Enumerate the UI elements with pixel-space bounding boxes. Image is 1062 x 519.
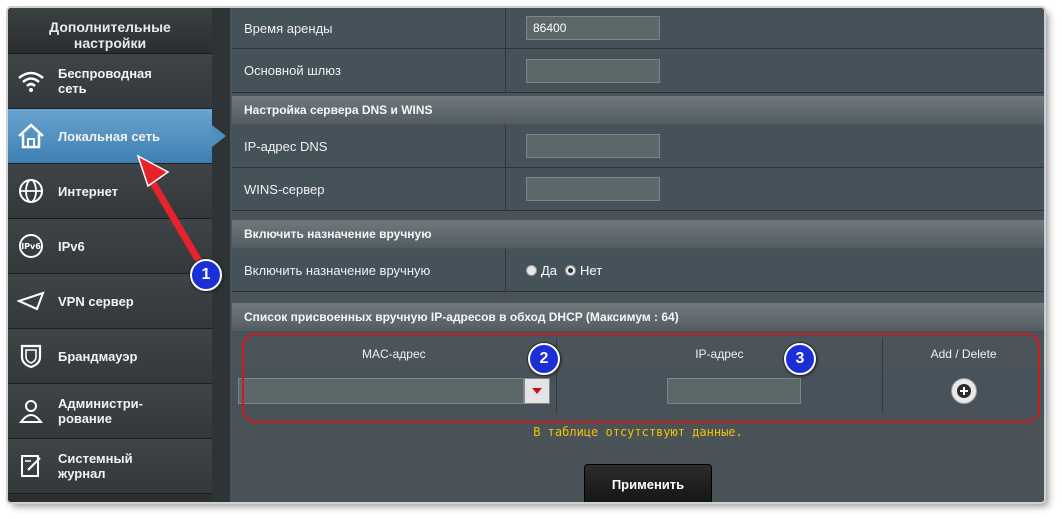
gateway-label: Основной шлюз xyxy=(232,49,506,92)
radio-no[interactable] xyxy=(565,264,577,276)
apply-button[interactable]: Применить xyxy=(584,464,712,502)
manual-assign-label: Включить назначение вручную xyxy=(232,249,506,291)
sidebar-item-label: VPN сервер xyxy=(58,293,134,309)
dns-label: IP-адрес DNS xyxy=(232,125,506,167)
sidebar-header: Дополнительные настройки xyxy=(8,8,212,54)
sidebar-item-label: Беспроводная сеть xyxy=(58,66,152,96)
annotation-badge-3: 3 xyxy=(784,343,816,375)
mac-address-input[interactable] xyxy=(237,378,524,404)
sidebar-item-label: Интернет xyxy=(58,183,119,199)
no-data-message: В таблице отсутствуют данные. xyxy=(533,425,743,439)
globe-icon xyxy=(16,176,46,206)
sidebar-item-label: Брандмауэр xyxy=(58,348,138,364)
sidebar-item-administration[interactable]: Администри-рование xyxy=(8,384,212,439)
plus-icon xyxy=(956,384,971,398)
chevron-down-icon xyxy=(531,388,542,394)
sidebar-item-label: Локальная сеть xyxy=(58,128,160,144)
assigned-table-input-row xyxy=(232,369,1044,413)
assigned-list-title: Список присвоенных вручную IP-адресов в … xyxy=(232,303,1044,331)
radio-yes-label: Да xyxy=(541,262,558,278)
annotation-badge-2: 2 xyxy=(528,343,560,375)
gateway-row: Основной шлюз xyxy=(232,49,1044,93)
log-icon xyxy=(16,451,46,481)
sidebar-item-vpn[interactable]: VPN сервер xyxy=(8,274,212,329)
ipv6-icon: IPv6 xyxy=(16,231,46,261)
sidebar-item-wireless[interactable]: Беспроводная сеть xyxy=(8,54,212,109)
vpn-icon xyxy=(16,286,46,316)
wins-label: WINS-сервер xyxy=(232,168,506,210)
radio-yes[interactable] xyxy=(526,264,537,276)
mac-dropdown-button[interactable] xyxy=(523,378,550,404)
dns-row: IP-адрес DNS xyxy=(232,125,1044,168)
gateway-input[interactable] xyxy=(526,58,660,83)
router-admin-window: Дополнительные настройки Беспроводная се… xyxy=(8,8,1044,502)
dns-section-title: Настройка сервера DNS и WINS xyxy=(232,96,1044,124)
home-icon xyxy=(16,121,46,151)
col-ip-header: IP-адрес xyxy=(557,338,884,369)
manual-section-title: Включить назначение вручную xyxy=(232,220,1044,248)
wifi-icon xyxy=(16,66,46,96)
radio-no-label: Нет xyxy=(580,262,603,278)
assigned-table-header: MAC-адрес IP-адрес Add / Delete xyxy=(232,338,1044,369)
sidebar-item-syslog[interactable]: Системный журнал xyxy=(8,439,212,494)
add-row-button[interactable] xyxy=(950,378,977,404)
sidebar-item-firewall[interactable]: Брандмауэр xyxy=(8,329,212,384)
sidebar-item-label: Администри-рование xyxy=(58,396,143,426)
admin-user-icon xyxy=(16,396,46,426)
sidebar-item-label: Системный журнал xyxy=(58,451,133,481)
col-action-header: Add / Delete xyxy=(930,346,997,361)
manual-assign-row: Включить назначение вручную Да Нет xyxy=(232,249,1044,292)
lease-time-label: Время аренды xyxy=(232,8,506,48)
shield-icon xyxy=(16,341,46,371)
dns-input[interactable] xyxy=(526,134,660,158)
lease-time-row: Время аренды xyxy=(232,8,1044,49)
wins-input[interactable] xyxy=(526,177,660,201)
main-panel: Время аренды Основной шлюз Настройка сер… xyxy=(230,8,1044,502)
ip-address-input[interactable] xyxy=(667,378,802,404)
svg-text:IPv6: IPv6 xyxy=(21,242,41,251)
lease-time-input[interactable] xyxy=(526,16,660,40)
col-mac-header: MAC-адрес xyxy=(232,338,557,369)
sidebar-item-label: IPv6 xyxy=(58,238,85,254)
annotation-badge-1: 1 xyxy=(190,259,222,291)
wins-row: WINS-сервер xyxy=(232,168,1044,211)
